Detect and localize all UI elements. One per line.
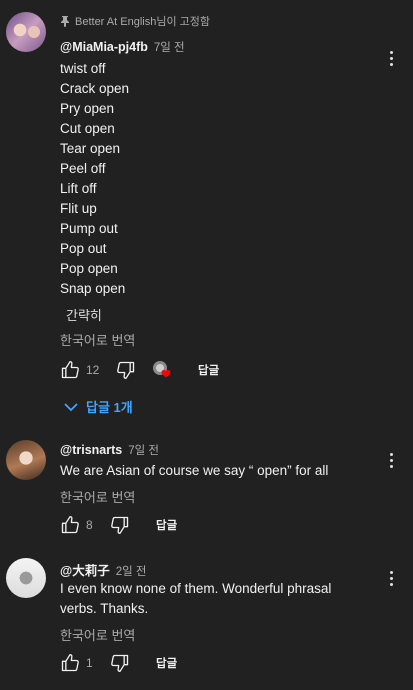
avatar[interactable] — [6, 12, 46, 52]
chevron-down-icon — [64, 402, 78, 411]
more-vert-icon — [389, 452, 393, 456]
comment-line: Lift off — [60, 181, 97, 196]
comment-line: We are Asian of course we say “ open” fo… — [60, 463, 329, 478]
show-less-button[interactable]: 간략히 — [66, 305, 102, 324]
avatar[interactable] — [6, 558, 46, 598]
comment: @大莉子 2일 전 I even know none of them. Wond… — [0, 550, 413, 690]
reply-button[interactable]: 답글 — [156, 517, 177, 533]
translate-button[interactable]: 한국어로 번역 — [60, 625, 135, 644]
comment: @trisnarts 7일 전 We are Asian of course w… — [0, 430, 413, 550]
comment-line: twist off — [60, 61, 106, 76]
thumb-down-icon[interactable] — [110, 515, 130, 535]
comment-header: @大莉子 2일 전 — [60, 560, 146, 579]
creator-heart[interactable] — [152, 360, 174, 380]
more-options-button[interactable] — [383, 48, 399, 68]
comment-line: verbs. Thanks. — [60, 601, 149, 616]
comment-actions: 8 답글 — [60, 515, 177, 535]
like-count: 8 — [86, 518, 93, 532]
pin-icon — [61, 16, 69, 27]
translate-button[interactable]: 한국어로 번역 — [60, 487, 135, 506]
replies-count-label: 답글 1개 — [86, 400, 133, 415]
comment-header: @trisnarts 7일 전 — [60, 442, 159, 458]
comment-line: Flit up — [60, 201, 97, 216]
comment-text: I even know none of them. Wonderful phra… — [60, 579, 331, 619]
translate-button[interactable]: 한국어로 번역 — [60, 330, 135, 349]
like-count: 12 — [86, 363, 100, 377]
thumb-up-icon[interactable] — [60, 515, 80, 535]
comment-line: Cut open — [60, 121, 115, 136]
reply-button[interactable]: 답글 — [156, 655, 177, 671]
comment-pinned: Better At English님이 고정함 @MiaMia-pj4fb 7일… — [0, 0, 413, 430]
comment-text: We are Asian of course we say “ open” fo… — [60, 461, 328, 481]
comment-line: Snap open — [60, 281, 126, 296]
comment-line: Crack open — [60, 81, 130, 96]
comment-header: @MiaMia-pj4fb 7일 전 — [60, 39, 185, 55]
more-options-button[interactable] — [383, 568, 399, 588]
author-name[interactable]: @trisnarts — [60, 443, 122, 457]
comment-text: twist off Crack open Pry open Cut open T… — [60, 59, 129, 299]
avatar[interactable] — [6, 440, 46, 480]
comment-line: Peel off — [60, 161, 106, 176]
pinned-text: Better At English님이 고정함 — [75, 16, 210, 28]
comment-time[interactable]: 7일 전 — [154, 39, 185, 55]
thumb-up-icon[interactable] — [60, 360, 80, 380]
reply-button[interactable]: 답글 — [198, 362, 219, 378]
author-name[interactable]: @MiaMia-pj4fb — [60, 40, 148, 54]
comment-line: Pry open — [60, 101, 115, 116]
replies-toggle-button[interactable]: 답글 1개 — [64, 397, 133, 416]
thumb-down-icon[interactable] — [116, 360, 136, 380]
pinned-label: Better At English님이 고정함 — [60, 13, 210, 29]
more-options-button[interactable] — [383, 450, 399, 470]
thumb-down-icon[interactable] — [110, 653, 130, 673]
comment-line: Pump out — [60, 221, 118, 236]
more-vert-icon — [389, 50, 393, 54]
thumb-up-icon[interactable] — [60, 653, 80, 673]
like-count: 1 — [86, 656, 93, 670]
comment-line: Tear open — [60, 141, 121, 156]
comment-line: Pop out — [60, 241, 107, 256]
comment-time[interactable]: 2일 전 — [116, 563, 147, 579]
comment-line: Pop open — [60, 261, 118, 276]
comment-time[interactable]: 7일 전 — [128, 442, 159, 458]
comment-line: I even know none of them. Wonderful phra… — [60, 581, 332, 596]
creator-heart-icon — [153, 361, 171, 378]
comment-actions: 12 답글 — [60, 360, 219, 380]
author-name[interactable]: @大莉子 — [60, 560, 110, 579]
more-vert-icon — [389, 570, 393, 574]
comment-actions: 1 답글 — [60, 653, 177, 673]
